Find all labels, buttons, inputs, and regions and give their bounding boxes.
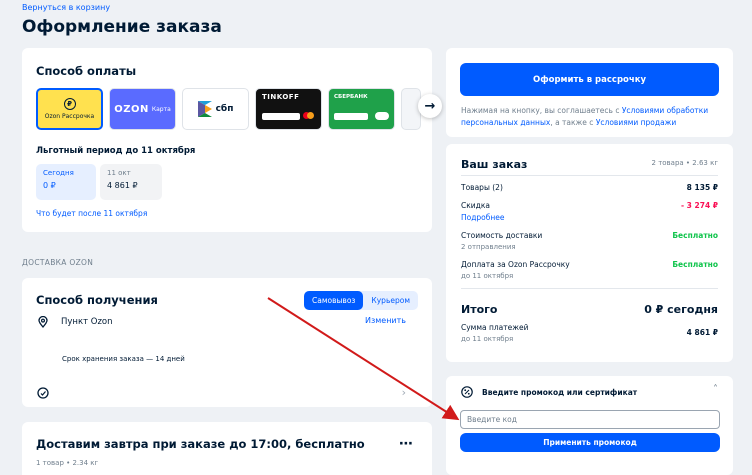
page-title: Оформление заказа bbox=[22, 17, 222, 37]
masked-card-number bbox=[334, 113, 368, 120]
goods-row: Товары (2) 8 135 ₽ bbox=[461, 183, 718, 192]
checkout-card: Оформить в рассрочку Нажимая на кнопку, … bbox=[446, 48, 733, 137]
delivery-title: Доставим завтра при заказе до 17:00, бес… bbox=[36, 437, 365, 451]
storage-period: Срок хранения заказа — 14 дней bbox=[62, 355, 185, 363]
total-label: Итого bbox=[461, 303, 498, 316]
pickup-point: Пункт Ozon bbox=[61, 317, 113, 327]
order-title: Ваш заказ bbox=[461, 158, 528, 171]
chevron-up-icon[interactable]: ˄ bbox=[713, 384, 718, 395]
schedule-today: Сегодня 0 ₽ bbox=[36, 164, 96, 200]
schedule-label: 11 окт bbox=[107, 169, 131, 177]
grace-period: Льготный период до 11 октября bbox=[36, 146, 196, 156]
order-summary-card: Ваш заказ 2 товара • 2.63 кг Товары (2) … bbox=[446, 144, 733, 362]
schedule-value: 0 ₽ bbox=[43, 181, 56, 190]
terms-note: Нажимая на кнопку, вы соглашаетесь с Усл… bbox=[461, 105, 721, 129]
method-tinkoff[interactable]: TINKOFF bbox=[255, 88, 322, 130]
delivery-sub: 1 товар • 2.34 кг bbox=[36, 459, 99, 467]
toggle-pickup[interactable]: Самовывоз bbox=[304, 291, 364, 310]
row-value: Бесплатно bbox=[672, 231, 718, 240]
promo-code-input[interactable]: Введите код bbox=[460, 410, 720, 429]
chevron-right-icon[interactable]: › bbox=[402, 386, 406, 399]
row-label: Товары (2) bbox=[461, 183, 503, 192]
method-label: Карта bbox=[151, 105, 171, 113]
total-value: 0 ₽ сегодня bbox=[644, 303, 718, 316]
promo-title: Введите промокод или сертификат bbox=[482, 388, 638, 397]
terms-text: Нажимая на кнопку, вы соглашаетесь с bbox=[461, 106, 622, 115]
ozon-logo: OZON bbox=[114, 103, 149, 115]
discount-percent-icon bbox=[461, 386, 473, 398]
toggle-courier[interactable]: Курьером bbox=[363, 291, 418, 310]
sbp-logo-icon bbox=[197, 101, 212, 117]
section-label: ДОСТАВКА OZON bbox=[22, 258, 94, 267]
pickup-card: Способ получения Самовывоз Курьером Пунк… bbox=[22, 278, 432, 407]
payment-card: Способ оплаты ₽ Ozon Рассрочка OZON Карт… bbox=[22, 48, 442, 232]
payments-sum-row: Сумма платежей 4 861 ₽ до 11 октября bbox=[461, 323, 718, 343]
scroll-right-arrow-icon[interactable]: → bbox=[418, 94, 442, 118]
discount-row: Скидка - 3 274 ₽ Подробнее bbox=[461, 201, 718, 222]
row-value: 8 135 ₽ bbox=[686, 183, 718, 192]
shipping-row: Стоимость доставки Бесплатно 2 отправлен… bbox=[461, 231, 718, 251]
order-meta: 2 товара • 2.63 кг bbox=[651, 159, 718, 167]
delivery-type-toggle: Самовывоз Курьером bbox=[304, 291, 418, 310]
row-sub: до 11 октября bbox=[461, 272, 514, 280]
promo-card: Введите промокод или сертификат ˄ Введит… bbox=[446, 376, 733, 475]
method-label: СБЕРБАНК bbox=[334, 94, 368, 100]
method-ozon-installment[interactable]: ₽ Ozon Рассрочка bbox=[36, 88, 103, 130]
more-options-icon[interactable]: ⋯ bbox=[399, 436, 414, 452]
schedule-oct: 11 окт 4 861 ₽ bbox=[100, 164, 162, 200]
checkout-button[interactable]: Оформить в рассрочку bbox=[460, 63, 719, 96]
fee-row: Доплата за Ozon Рассрочку Бесплатно до 1… bbox=[461, 260, 718, 280]
row-label: Сумма платежей bbox=[461, 323, 529, 332]
row-sub: 2 отправления bbox=[461, 243, 516, 251]
back-link[interactable]: Вернуться в корзину bbox=[22, 3, 110, 12]
divider bbox=[461, 288, 718, 289]
pickup-title: Способ получения bbox=[36, 293, 158, 307]
after-period-link[interactable]: Что будет после 11 октября bbox=[36, 209, 147, 218]
clock-icon bbox=[37, 387, 49, 399]
apply-promo-button[interactable]: Применить промокод bbox=[460, 433, 720, 452]
method-sbp[interactable]: сбп bbox=[182, 88, 249, 130]
row-value: Бесплатно bbox=[672, 260, 718, 269]
method-ozon-card[interactable]: OZON Карта bbox=[109, 88, 176, 130]
row-value: 4 861 ₽ bbox=[686, 328, 718, 337]
row-label: Стоимость доставки bbox=[461, 231, 543, 240]
ruble-coin-icon: ₽ bbox=[63, 98, 76, 110]
schedule-label: Сегодня bbox=[43, 169, 74, 177]
row-label: Скидка bbox=[461, 201, 490, 210]
row-sub: до 11 октября bbox=[461, 335, 514, 343]
row-label: Доплата за Ozon Рассрочку bbox=[461, 260, 570, 269]
divider bbox=[461, 175, 718, 176]
payment-methods: ₽ Ozon Рассрочка OZON Карта сбп TINKOFF bbox=[36, 88, 421, 130]
delivery-card: Доставим завтра при заказе до 17:00, бес… bbox=[22, 422, 432, 475]
mastercard-icon bbox=[303, 112, 314, 119]
method-label: Ozon Рассрочка bbox=[44, 113, 95, 120]
sales-terms-link[interactable]: Условиями продажи bbox=[596, 118, 676, 127]
total-row: Итого 0 ₽ сегодня bbox=[461, 303, 718, 316]
location-pin-icon bbox=[38, 316, 48, 328]
payment-title: Способ оплаты bbox=[36, 64, 137, 78]
row-value: - 3 274 ₽ bbox=[680, 201, 718, 210]
details-link[interactable]: Подробнее bbox=[461, 213, 718, 222]
method-label: TINKOFF bbox=[262, 93, 300, 101]
card-badge-icon bbox=[375, 112, 389, 120]
change-link[interactable]: Изменить bbox=[365, 316, 406, 325]
terms-text: , а также с bbox=[550, 118, 596, 127]
schedule-value: 4 861 ₽ bbox=[107, 181, 138, 190]
method-sberbank[interactable]: СБЕРБАНК bbox=[328, 88, 395, 130]
masked-card-number bbox=[262, 113, 300, 120]
method-label: сбп bbox=[215, 104, 234, 114]
